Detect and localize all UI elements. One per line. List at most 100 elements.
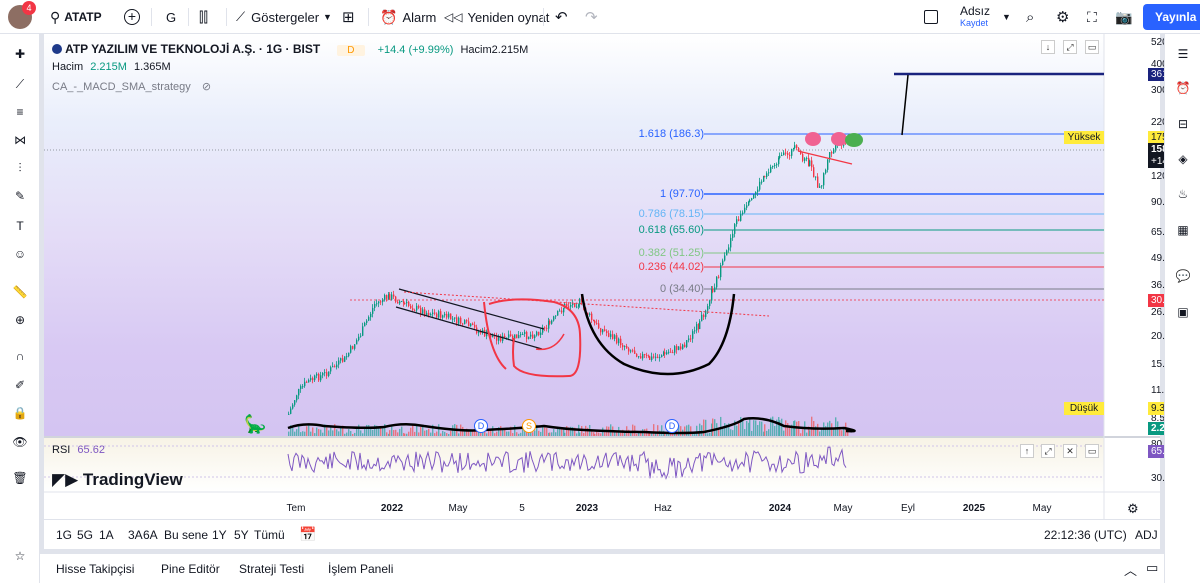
volume-bar: [514, 425, 516, 436]
symbol-legend[interactable]: ATP YAZILIM VE TEKNOLOJİ A.Ş. · 1G · BIS…: [52, 42, 528, 56]
candle-body: [678, 346, 680, 350]
rsi-close-button[interactable]: ✕: [1063, 444, 1077, 458]
range-button[interactable]: Tümü: [254, 528, 285, 542]
magnet-icon[interactable]: ∩: [10, 346, 30, 366]
layout-name-button[interactable]: Adsız Kaydet: [960, 0, 990, 34]
pane-collapse-button[interactable]: ▭: [1085, 40, 1099, 54]
trash-icon[interactable]: 🗑: [10, 468, 30, 488]
ideas-icon[interactable]: ▣: [1173, 302, 1193, 322]
rsi-legend[interactable]: RSI 65.62: [52, 444, 105, 456]
candle-body: [732, 233, 734, 238]
volume-bar: [802, 429, 804, 436]
layout-toggle[interactable]: [924, 0, 938, 34]
tab-pine-editor[interactable]: Pine Editör: [161, 562, 220, 576]
calendar-icon[interactable]: ▦: [1173, 220, 1193, 240]
range-button[interactable]: 3A: [128, 528, 143, 542]
horizontal-lines-icon[interactable]: ≡: [10, 102, 30, 122]
star-icon[interactable]: ☆: [10, 546, 30, 566]
chart-canvas[interactable]: [44, 34, 1160, 519]
range-button[interactable]: 6A: [143, 528, 158, 542]
volume-bar: [310, 431, 312, 436]
volume-bar: [395, 429, 397, 436]
layers-icon[interactable]: ◈: [1173, 149, 1193, 169]
alerts-clock-icon[interactable]: ⏰: [1173, 78, 1193, 98]
user-avatar[interactable]: 4: [8, 0, 36, 34]
alert-button[interactable]: ⏰ Alarm: [380, 0, 436, 34]
eye-icon[interactable]: 👁: [10, 432, 30, 452]
watchlist-icon[interactable]: ☰: [1173, 44, 1193, 64]
tab-stock-screener[interactable]: Hisse Takipçisi: [56, 562, 134, 576]
candle-body: [530, 334, 532, 337]
compare-add-button[interactable]: +: [124, 0, 140, 34]
lock-icon[interactable]: 🔒: [10, 403, 30, 423]
fullscreen-button[interactable]: ⛶: [1087, 0, 1097, 34]
candle-body: [466, 320, 468, 322]
panel-maximize-icon[interactable]: ▭: [1146, 560, 1158, 576]
fib-tool-icon[interactable]: ⫶: [10, 158, 30, 178]
chart-type-button[interactable]: ⫿⫿: [199, 0, 208, 34]
candle-body: [340, 358, 342, 361]
range-button[interactable]: 5G: [77, 528, 93, 542]
text-tool-icon[interactable]: T: [10, 216, 30, 236]
layout-menu-button[interactable]: ▼: [1002, 0, 1011, 34]
crosshair-icon[interactable]: ✚: [10, 44, 30, 64]
dividend-marker[interactable]: D: [665, 419, 679, 433]
settings-button[interactable]: ⚙: [1056, 0, 1069, 34]
publish-button[interactable]: Yayınla: [1143, 0, 1200, 34]
tab-trading-panel[interactable]: İşlem Paneli: [328, 562, 393, 576]
volume-bar: [755, 420, 757, 436]
candle-body: [342, 358, 344, 362]
indicators-button[interactable]: ⟋ Göstergeler: [236, 0, 319, 34]
candle-body: [393, 294, 395, 297]
pattern-icon[interactable]: ⋈: [10, 130, 30, 150]
candle-body: [450, 313, 452, 320]
ruler-icon[interactable]: 📏: [10, 282, 30, 302]
undo-button[interactable]: ↶: [555, 0, 568, 34]
time-axis-settings-icon[interactable]: ⚙: [1127, 501, 1139, 517]
tab-strategy-tester[interactable]: Strateji Testi: [239, 562, 304, 576]
chat-icon[interactable]: 💬: [1173, 266, 1193, 286]
split-marker[interactable]: S: [522, 419, 536, 433]
range-button[interactable]: 1A: [99, 528, 114, 542]
candle-body: [468, 321, 470, 327]
volume-legend[interactable]: Hacim 2.215M 1.365M: [52, 61, 171, 73]
eye-off-icon[interactable]: ⊘: [202, 81, 211, 93]
pane-maximize-button[interactable]: ⤢: [1063, 40, 1077, 54]
indicator-templates-button[interactable]: ▼: [323, 0, 332, 34]
interval-button[interactable]: G: [166, 0, 176, 34]
chart-pane[interactable]: ATP YAZILIM VE TEKNOLOJİ A.Ş. · 1G · BIS…: [44, 34, 1200, 519]
candle-body: [632, 350, 634, 352]
quick-search-button[interactable]: ⌕: [1026, 0, 1034, 34]
clock[interactable]: 22:12:36 (UTC): [1044, 528, 1127, 542]
adj-toggle[interactable]: ADJ: [1135, 528, 1158, 542]
range-button[interactable]: Bu sene: [164, 528, 208, 542]
volume-bar: [841, 430, 843, 436]
range-button[interactable]: 1Y: [212, 528, 227, 542]
rsi-collapse-button[interactable]: ▭: [1085, 444, 1099, 458]
smiley-icon[interactable]: ☺: [10, 244, 30, 264]
symbol-search[interactable]: ⚲ ATATP: [50, 0, 102, 34]
date-range-icon[interactable]: 📅: [299, 526, 316, 543]
zoom-in-icon[interactable]: ⊕: [10, 310, 30, 330]
range-button[interactable]: 1G: [56, 528, 72, 542]
lock-pencil-icon[interactable]: ✐: [10, 375, 30, 395]
range-button[interactable]: 5Y: [234, 528, 249, 542]
dividend-marker[interactable]: D: [474, 419, 488, 433]
replay-button[interactable]: ◁◁ Yeniden oynat: [444, 0, 549, 34]
rsi-up-button[interactable]: ↑: [1020, 444, 1034, 458]
rsi-maximize-button[interactable]: ⤢: [1041, 444, 1055, 458]
redo-button[interactable]: ↷: [585, 0, 598, 34]
data-window-icon[interactable]: ⊟: [1173, 114, 1193, 134]
trendline-icon[interactable]: ⟋: [10, 74, 30, 94]
hotlist-flame-icon[interactable]: ♨: [1173, 184, 1193, 204]
volume-bar: [420, 426, 422, 436]
candle-body: [616, 335, 618, 344]
pane-down-button[interactable]: ↓: [1041, 40, 1055, 54]
candle-body: [470, 323, 472, 327]
panel-collapse-icon[interactable]: ︿: [1124, 560, 1137, 579]
layouts-button[interactable]: ⊞: [342, 0, 355, 34]
strategy-legend[interactable]: CA_-_MACD_SMA_strategy ⊘: [52, 80, 211, 93]
volume-bar: [332, 430, 334, 436]
snapshot-button[interactable]: 📷: [1115, 0, 1132, 34]
brush-icon[interactable]: ✎: [10, 186, 30, 206]
